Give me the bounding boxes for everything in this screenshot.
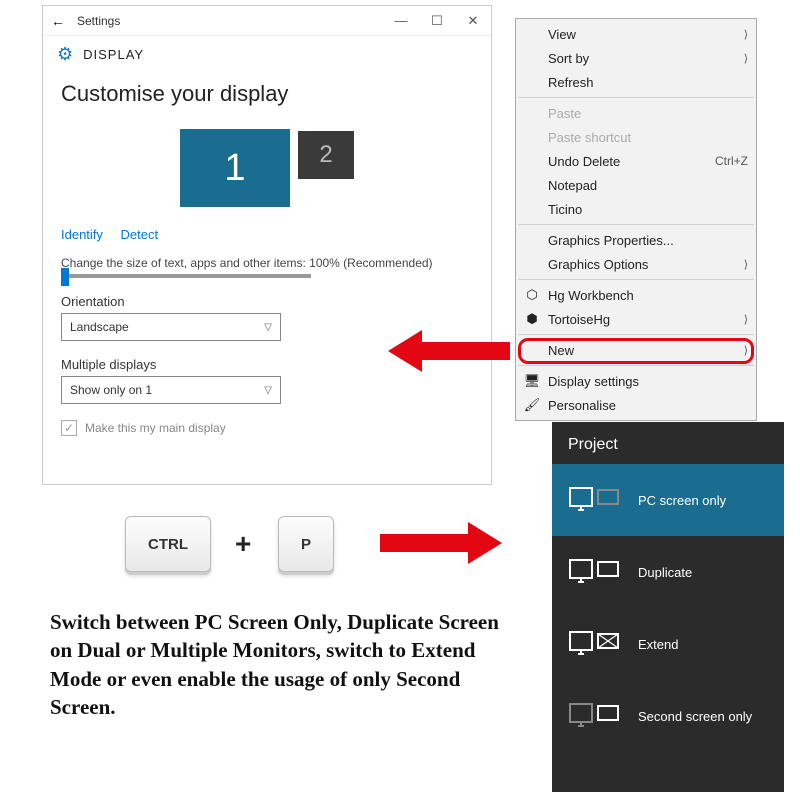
disp-icon: 🖥: [524, 373, 540, 389]
ctrl-key: CTRL: [125, 516, 211, 572]
menu-item-paste-shortcut: Paste shortcut: [516, 125, 756, 149]
detect-link[interactable]: Detect: [121, 227, 159, 242]
monitor-1[interactable]: 1: [180, 129, 290, 207]
menu-separator: [518, 334, 754, 335]
project-mode-icon: [568, 628, 620, 660]
menu-item-paste: Paste: [516, 101, 756, 125]
menu-item-undo-delete[interactable]: Undo Delete Ctrl+Z: [516, 149, 756, 173]
main-display-checkbox[interactable]: ✓: [61, 420, 77, 436]
project-option-label: Duplicate: [638, 565, 692, 580]
menu-item-view[interactable]: View ⟩: [516, 22, 756, 46]
menu-item-personalise[interactable]: 🖌 Personalise: [516, 393, 756, 417]
menu-item-label: Sort by: [548, 51, 589, 66]
orientation-select[interactable]: Landscape ▽: [61, 313, 281, 341]
plus-icon: +: [235, 528, 251, 560]
menu-item-label: New: [548, 343, 574, 358]
menu-item-label: Display settings: [548, 374, 639, 389]
maximize-button[interactable]: ☐: [419, 13, 455, 29]
menu-item-graphics-properties-[interactable]: Graphics Properties...: [516, 228, 756, 252]
window-title: Settings: [73, 14, 383, 28]
menu-item-ticino[interactable]: Ticino: [516, 197, 756, 221]
menu-separator: [518, 365, 754, 366]
menu-item-display-settings[interactable]: 🖥 Display settings: [516, 369, 756, 393]
menu-item-label: Notepad: [548, 178, 597, 193]
project-option-duplicate[interactable]: Duplicate: [552, 536, 784, 608]
menu-item-new[interactable]: New ⟩: [516, 338, 756, 362]
submenu-arrow-icon: ⟩: [744, 344, 748, 357]
monitor-arrangement[interactable]: 1 2: [43, 119, 491, 227]
project-option-pc-screen-only[interactable]: PC screen only: [552, 464, 784, 536]
monitor-2[interactable]: 2: [298, 131, 354, 179]
page-section: DISPLAY: [83, 47, 144, 62]
menu-item-label: Paste: [548, 106, 581, 121]
page-title: Customise your display: [43, 73, 491, 119]
scale-label: Change the size of text, apps and other …: [43, 242, 491, 274]
multiple-displays-select[interactable]: Show only on 1 ▽: [61, 376, 281, 404]
menu-item-label: Undo Delete: [548, 154, 620, 169]
project-mode-icon: [568, 700, 620, 732]
menu-separator: [518, 279, 754, 280]
window-titlebar: ← Settings — ☐ ✕: [43, 6, 491, 36]
orientation-label: Orientation: [43, 278, 491, 313]
close-button[interactable]: ✕: [455, 13, 491, 29]
gear-icon: ⚙: [57, 44, 73, 65]
chevron-down-icon: ▽: [264, 385, 272, 396]
back-button[interactable]: ←: [43, 13, 73, 29]
orientation-value: Landscape: [70, 320, 129, 334]
project-panel: Project PC screen only Duplicate Extend Sec…: [552, 422, 784, 792]
menu-separator: [518, 224, 754, 225]
menu-item-tortoisehg[interactable]: ⬢ TortoiseHg ⟩: [516, 307, 756, 331]
settings-window: ← Settings — ☐ ✕ ⚙ DISPLAY Customise you…: [42, 5, 492, 485]
project-option-label: Second screen only: [638, 709, 752, 724]
menu-item-notepad[interactable]: Notepad: [516, 173, 756, 197]
menu-item-label: Refresh: [548, 75, 594, 90]
p-key: P: [278, 516, 334, 572]
menu-item-label: View: [548, 27, 576, 42]
chevron-down-icon: ▽: [264, 322, 272, 333]
menu-item-label: Graphics Options: [548, 257, 648, 272]
display-links: Identify Detect: [43, 227, 491, 242]
identify-link[interactable]: Identify: [61, 227, 103, 242]
menu-item-label: Personalise: [548, 398, 616, 413]
project-option-label: PC screen only: [638, 493, 726, 508]
menu-item-hg-workbench[interactable]: ⬡ Hg Workbench: [516, 283, 756, 307]
menu-item-label: Graphics Properties...: [548, 233, 674, 248]
menu-item-graphics-options[interactable]: Graphics Options ⟩: [516, 252, 756, 276]
multiple-displays-value: Show only on 1: [70, 383, 152, 397]
project-option-extend[interactable]: Extend: [552, 608, 784, 680]
scale-slider[interactable]: [61, 274, 311, 278]
menu-separator: [518, 97, 754, 98]
project-option-second-screen-only[interactable]: Second screen only: [552, 680, 784, 752]
minimize-button[interactable]: —: [383, 13, 419, 28]
submenu-arrow-icon: ⟩: [744, 28, 748, 41]
thg-icon: ⬢: [524, 311, 540, 327]
menu-item-label: Ticino: [548, 202, 582, 217]
pers-icon: 🖌: [524, 397, 540, 413]
hg-icon: ⬡: [524, 287, 540, 303]
project-option-label: Extend: [638, 637, 678, 652]
menu-item-sort-by[interactable]: Sort by ⟩: [516, 46, 756, 70]
project-mode-icon: [568, 556, 620, 588]
menu-item-refresh[interactable]: Refresh: [516, 70, 756, 94]
main-display-label: Make this my main display: [85, 421, 226, 435]
project-title: Project: [552, 422, 784, 464]
main-display-row: ✓ Make this my main display: [43, 404, 491, 452]
submenu-arrow-icon: ⟩: [744, 258, 748, 271]
menu-item-label: Hg Workbench: [548, 288, 634, 303]
menu-item-label: TortoiseHg: [548, 312, 610, 327]
desktop-context-menu: View ⟩ Sort by ⟩ Refresh Paste Paste shortcut U…: [515, 18, 757, 421]
submenu-arrow-icon: ⟩: [744, 52, 748, 65]
menu-shortcut: Ctrl+Z: [715, 154, 748, 168]
caption-text: Switch between PC Screen Only, Duplicate…: [50, 608, 510, 721]
project-mode-icon: [568, 484, 620, 516]
slider-thumb[interactable]: [61, 268, 69, 286]
settings-header: ⚙ DISPLAY: [43, 36, 491, 73]
menu-item-label: Paste shortcut: [548, 130, 631, 145]
submenu-arrow-icon: ⟩: [744, 313, 748, 326]
